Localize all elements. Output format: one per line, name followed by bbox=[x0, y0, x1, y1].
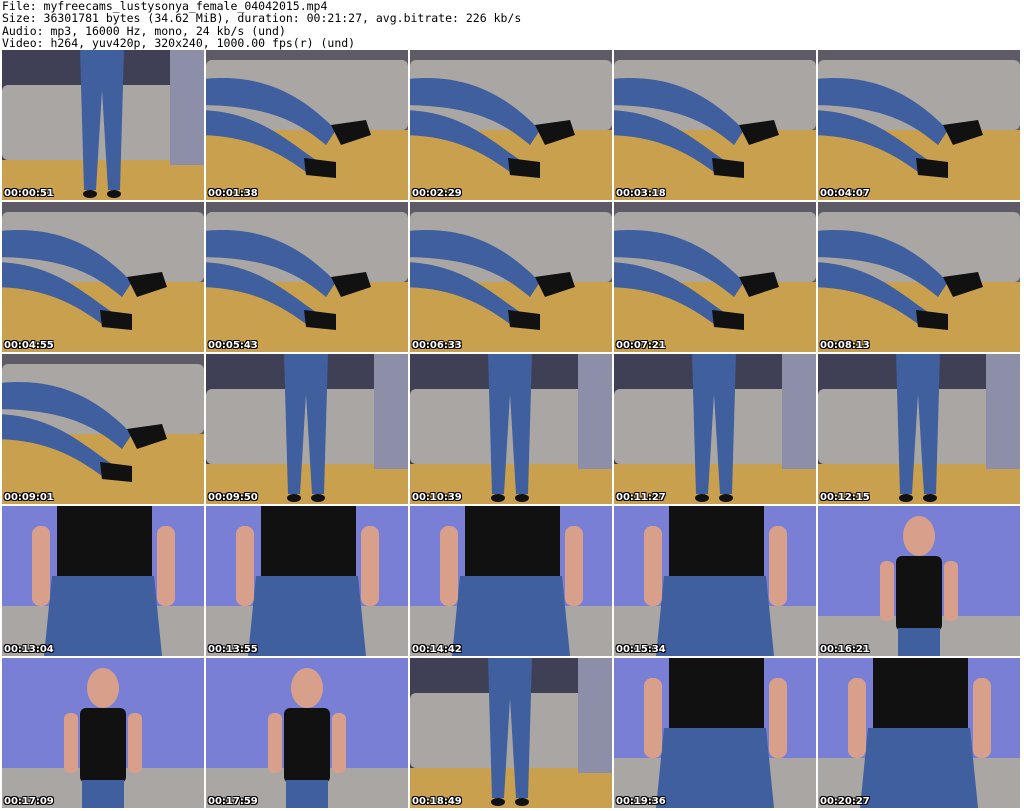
timestamp-label: 00:04:55 bbox=[4, 340, 54, 351]
video-thumbnail: 00:06:33 bbox=[410, 202, 612, 352]
timestamp-label: 00:11:27 bbox=[616, 492, 666, 503]
thumbnail-image bbox=[206, 506, 408, 656]
video-thumbnail: 00:03:18 bbox=[614, 50, 816, 200]
thumbnail-image bbox=[206, 354, 408, 504]
timestamp-label: 00:10:39 bbox=[412, 492, 462, 503]
thumbnail-image bbox=[818, 50, 1020, 200]
timestamp-label: 00:16:21 bbox=[820, 644, 870, 655]
timestamp-label: 00:20:27 bbox=[820, 796, 870, 807]
timestamp-label: 00:08:13 bbox=[820, 340, 870, 351]
timestamp-label: 00:06:33 bbox=[412, 340, 462, 351]
timestamp-label: 00:03:18 bbox=[616, 188, 666, 199]
timestamp-label: 00:13:55 bbox=[208, 644, 258, 655]
video-thumbnail: 00:17:09 bbox=[2, 658, 204, 808]
thumbnail-image bbox=[2, 202, 204, 352]
thumbnail-image bbox=[2, 354, 204, 504]
timestamp-label: 00:17:09 bbox=[4, 796, 54, 807]
video-thumbnail: 00:13:55 bbox=[206, 506, 408, 656]
timestamp-label: 00:07:21 bbox=[616, 340, 666, 351]
video-thumbnail: 00:12:15 bbox=[818, 354, 1020, 504]
thumbnail-image bbox=[410, 658, 612, 808]
timestamp-label: 00:14:42 bbox=[412, 644, 462, 655]
video-thumbnail: 00:11:27 bbox=[614, 354, 816, 504]
timestamp-label: 00:15:34 bbox=[616, 644, 666, 655]
video-thumbnail: 00:04:07 bbox=[818, 50, 1020, 200]
thumbnail-image bbox=[410, 354, 612, 504]
timestamp-label: 00:05:43 bbox=[208, 340, 258, 351]
video-thumbnail: 00:09:50 bbox=[206, 354, 408, 504]
video-info: Video: h264, yuv420p, 320x240, 1000.00 f… bbox=[2, 36, 356, 51]
thumbnail-image bbox=[614, 202, 816, 352]
timestamp-label: 00:00:51 bbox=[4, 188, 54, 199]
video-thumbnail: 00:16:21 bbox=[818, 506, 1020, 656]
file-size: Size: 36301781 bytes (34.62 MiB), durati… bbox=[2, 11, 522, 26]
video-thumbnail: 00:07:21 bbox=[614, 202, 816, 352]
timestamp-label: 00:18:49 bbox=[412, 796, 462, 807]
timestamp-label: 00:04:07 bbox=[820, 188, 870, 199]
thumbnail-image bbox=[614, 50, 816, 200]
video-thumbnail: 00:13:04 bbox=[2, 506, 204, 656]
timestamp-label: 00:12:15 bbox=[820, 492, 870, 503]
thumbnail-image bbox=[206, 50, 408, 200]
video-thumbnail: 00:05:43 bbox=[206, 202, 408, 352]
file-info: File: myfreecams_lustysonya_female_04042… bbox=[2, 0, 521, 50]
thumbnail-image bbox=[206, 202, 408, 352]
timestamp-label: 00:01:38 bbox=[208, 188, 258, 199]
video-thumbnail: 00:15:34 bbox=[614, 506, 816, 656]
timestamp-label: 00:02:29 bbox=[412, 188, 462, 199]
video-thumbnail: 00:17:59 bbox=[206, 658, 408, 808]
thumbnail-image bbox=[2, 50, 204, 200]
video-thumbnail: 00:18:49 bbox=[410, 658, 612, 808]
video-thumbnail: 00:10:39 bbox=[410, 354, 612, 504]
thumbnail-image bbox=[2, 658, 204, 808]
timestamp-label: 00:17:59 bbox=[208, 796, 258, 807]
video-thumbnail: 00:14:42 bbox=[410, 506, 612, 656]
thumbnail-image bbox=[818, 354, 1020, 504]
thumbnail-image bbox=[410, 50, 612, 200]
video-thumbnail: 00:20:27 bbox=[818, 658, 1020, 808]
thumbnail-grid: 00:00:51 00:01:38 00:02:29 00:03:18 00:04:07… bbox=[0, 50, 1024, 811]
video-thumbnail: 00:00:51 bbox=[2, 50, 204, 200]
video-thumbnail: 00:19:36 bbox=[614, 658, 816, 808]
thumbnail-image bbox=[206, 658, 408, 808]
timestamp-label: 00:09:01 bbox=[4, 492, 54, 503]
thumbnail-image bbox=[2, 506, 204, 656]
video-thumbnail: 00:01:38 bbox=[206, 50, 408, 200]
video-thumbnail: 00:04:55 bbox=[2, 202, 204, 352]
thumbnail-image bbox=[614, 506, 816, 656]
thumbnail-image bbox=[614, 354, 816, 504]
timestamp-label: 00:09:50 bbox=[208, 492, 258, 503]
thumbnail-image bbox=[410, 202, 612, 352]
thumbnail-image bbox=[818, 202, 1020, 352]
thumbnail-image bbox=[614, 658, 816, 808]
thumbnail-image bbox=[818, 658, 1020, 808]
video-thumbnail: 00:02:29 bbox=[410, 50, 612, 200]
video-thumbnail: 00:09:01 bbox=[2, 354, 204, 504]
thumbnail-image bbox=[410, 506, 612, 656]
timestamp-label: 00:13:04 bbox=[4, 644, 54, 655]
video-thumbnail: 00:08:13 bbox=[818, 202, 1020, 352]
timestamp-label: 00:19:36 bbox=[616, 796, 666, 807]
thumbnail-image bbox=[818, 506, 1020, 656]
